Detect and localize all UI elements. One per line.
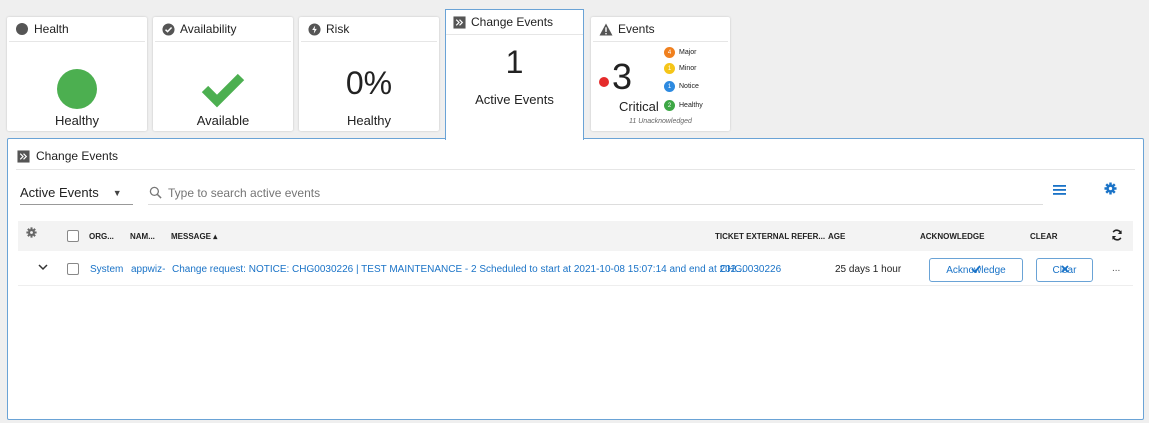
double-chevron-right-icon — [452, 15, 466, 29]
row-checkbox[interactable] — [67, 263, 79, 275]
row-org[interactable]: System — [90, 264, 123, 275]
events-filter-dropdown[interactable]: Active Events ▼ — [20, 181, 133, 205]
minor-label: Minor — [679, 65, 697, 72]
expand-chevron-icon[interactable] — [38, 263, 48, 274]
column-acknowledge[interactable]: ACKNOWLEDGE — [920, 232, 984, 241]
column-settings-icon[interactable] — [26, 227, 37, 240]
search-icon — [148, 186, 162, 200]
availability-title: Availability — [180, 22, 237, 36]
notice-count-badge: 1 — [664, 81, 675, 92]
column-ticket[interactable]: TICKET EXTERNAL REFER... — [715, 232, 825, 241]
events-card[interactable]: Events 3 Critical 11 Unacknowledged 4 Ma… — [591, 17, 730, 131]
availability-card-header: Availability — [155, 17, 291, 42]
list-view-icon[interactable] — [1053, 183, 1066, 201]
health-title: Health — [34, 22, 69, 36]
events-title: Events — [618, 22, 655, 36]
unacknowledged-count: 11 Unacknowledged — [629, 118, 692, 125]
clear-button[interactable]: Clear — [1036, 258, 1093, 282]
severity-major[interactable]: 4 Major — [664, 47, 697, 58]
refresh-icon[interactable] — [1111, 229, 1123, 243]
events-filter-value: Active Events — [20, 185, 99, 200]
change-events-panel: Change Events Active Events ▼ ORG... NAM… — [7, 138, 1144, 420]
severity-healthy[interactable]: 2 Healthy — [664, 100, 703, 111]
search-bar[interactable] — [148, 181, 1043, 205]
minor-count-badge: 1 — [664, 63, 675, 74]
risk-card-header: Risk — [301, 17, 437, 42]
notice-label: Notice — [679, 83, 699, 90]
risk-card[interactable]: Risk 0% Healthy — [299, 17, 439, 131]
row-ticket[interactable]: CHG0030226 — [720, 264, 781, 275]
healthy-count-badge: 2 — [664, 100, 675, 111]
health-status-indicator — [7, 69, 147, 114]
change-events-label: Active Events — [475, 92, 554, 107]
column-name[interactable]: NAM... — [130, 232, 155, 241]
panel-divider — [16, 169, 1135, 170]
severity-minor[interactable]: 1 Minor — [664, 63, 697, 74]
check-circle-icon — [161, 22, 175, 36]
column-clear[interactable]: CLEAR — [1030, 232, 1058, 241]
risk-title: Risk — [326, 22, 350, 36]
column-age[interactable]: AGE — [828, 232, 845, 241]
major-count-badge: 4 — [664, 47, 675, 58]
change-events-card[interactable]: Change Events 1 Active Events — [445, 9, 584, 140]
health-circle-icon — [15, 22, 29, 36]
events-critical-count: 3 — [612, 56, 633, 97]
health-card[interactable]: Health Healthy — [7, 17, 147, 131]
events-critical-label: Critical — [619, 99, 659, 114]
change-events-count: 1 — [505, 44, 524, 80]
events-card-header: Events — [593, 17, 728, 42]
more-options-icon[interactable]: ... — [1112, 263, 1120, 274]
chevron-down-icon: ▼ — [112, 187, 122, 198]
major-label: Major — [679, 49, 697, 56]
column-message[interactable]: MESSAGE ▴ — [171, 232, 217, 241]
acknowledge-button[interactable]: Acknowledge — [929, 258, 1023, 282]
warning-triangle-icon — [599, 22, 613, 36]
panel-header: Change Events — [16, 149, 118, 163]
healthy-label: Healthy — [679, 102, 703, 109]
health-card-header: Health — [9, 17, 145, 42]
row-name[interactable]: appwiz- — [131, 264, 165, 275]
search-input[interactable] — [168, 185, 768, 200]
health-status-label: Healthy — [54, 113, 100, 128]
risk-value: 0% — [345, 65, 393, 101]
risk-status-label: Healthy — [346, 113, 392, 128]
select-all-checkbox[interactable] — [67, 230, 79, 242]
row-age: 25 days 1 hour — [835, 264, 902, 275]
available-check-icon — [153, 69, 293, 114]
double-chevron-right-icon — [16, 149, 30, 163]
clear-label: Clear — [1052, 264, 1077, 276]
change-events-card-header: Change Events — [446, 10, 583, 35]
table-row[interactable]: System appwiz- Change request: NOTICE: C… — [18, 256, 1133, 286]
row-message[interactable]: Change request: NOTICE: CHG0030226 | TES… — [172, 264, 745, 275]
panel-title: Change Events — [36, 149, 119, 163]
gear-icon[interactable] — [1104, 182, 1117, 200]
severity-notice[interactable]: 1 Notice — [664, 81, 699, 92]
acknowledge-label: Acknowledge — [946, 264, 1006, 276]
critical-dot-icon — [599, 77, 609, 87]
table-header: ORG... NAM... MESSAGE ▴ TICKET EXTERNAL … — [18, 221, 1133, 251]
column-org[interactable]: ORG... — [89, 232, 114, 241]
availability-status-label: Available — [196, 113, 250, 128]
change-events-title: Change Events — [471, 15, 554, 29]
availability-card[interactable]: Availability Available — [153, 17, 293, 131]
bolt-icon — [307, 22, 321, 36]
